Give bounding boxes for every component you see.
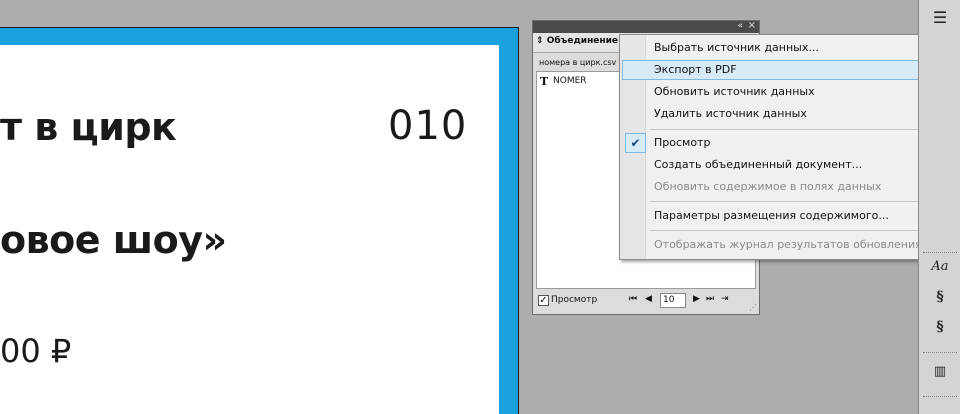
document-text-line1[interactable]: т в цирк	[0, 105, 177, 149]
character-styles-icon[interactable]: Aa	[927, 259, 953, 274]
document-page[interactable]: т в цирк 010 овое шоу» 00 ₽	[0, 45, 499, 414]
record-number-input[interactable]: 10	[660, 293, 686, 308]
menu-item-preview-label: Просмотр	[654, 136, 711, 149]
object-styles-icon[interactable]: §	[927, 319, 953, 335]
menu-item-export-pdf[interactable]: Экспорт в PDF	[622, 60, 956, 80]
menu-separator	[650, 129, 954, 130]
dock-separator	[923, 352, 957, 353]
menu-item-update-field-content: Обновить содержимое в полях данных	[654, 180, 882, 193]
panel-dock: ☰ Aa § § ▥	[918, 0, 960, 414]
preview-checkbox-label: Просмотр	[551, 295, 598, 305]
menu-item-select-data-source[interactable]: Выбрать источник данных...	[622, 38, 956, 58]
menu-item-show-update-log: Отображать журнал результатов обновления	[654, 238, 922, 251]
data-source-file-name: номера в цирк.csv	[539, 58, 617, 67]
panel-titlebar[interactable]: « ×	[533, 19, 759, 33]
create-merged-document-icon[interactable]: ⇥	[721, 294, 729, 304]
resize-grip-icon[interactable]: ⋰	[749, 303, 757, 312]
dock-separator	[923, 252, 957, 253]
collapse-panel-icon[interactable]: «	[737, 19, 743, 33]
panel-footer: ✓ Просмотр ⏮ ◀ 10 ▶ ⏭ ⇥ ⋰	[533, 291, 759, 314]
previous-record-icon[interactable]: ◀	[645, 294, 652, 304]
menu-separator	[650, 201, 954, 202]
menu-item-update-data-source[interactable]: Обновить источник данных	[622, 82, 956, 102]
menu-item-remove-data-source[interactable]: Удалить источник данных	[622, 104, 956, 124]
menu-item-content-placement-options[interactable]: Параметры размещения содержимого...	[622, 206, 956, 226]
tab-data-merge-label: Объединение д	[546, 36, 622, 46]
data-merge-panel-menu: Выбрать источник данных... Экспорт в PDF…	[619, 34, 959, 260]
library-icon[interactable]: ▥	[927, 364, 953, 379]
checkmark-icon: ✔	[625, 133, 646, 153]
tab-data-merge[interactable]: ⇕ Объединение д	[536, 36, 622, 46]
close-panel-icon[interactable]: ×	[748, 19, 756, 33]
document-ticket-number[interactable]: 010	[388, 103, 467, 149]
menu-separator	[650, 230, 954, 231]
last-record-icon[interactable]: ⏭	[706, 294, 714, 304]
next-record-icon[interactable]: ▶	[693, 294, 700, 304]
text-field-icon: T	[540, 75, 549, 88]
dock-menu-icon[interactable]: ☰	[927, 8, 953, 27]
menu-item-preview[interactable]: ✔ Просмотр	[622, 133, 956, 153]
paragraph-styles-icon[interactable]: §	[927, 289, 953, 305]
first-record-icon[interactable]: ⏮	[629, 294, 637, 304]
menu-item-create-merged-document[interactable]: Создать объединенный документ...	[622, 155, 956, 175]
preview-checkbox[interactable]: ✓	[538, 295, 549, 306]
tab-expand-icon: ⇕	[536, 36, 544, 46]
document-price[interactable]: 00 ₽	[0, 332, 71, 370]
document-text-line2[interactable]: овое шоу»	[0, 218, 227, 262]
data-field-name: NOMER	[553, 76, 587, 86]
dock-separator	[923, 396, 957, 397]
